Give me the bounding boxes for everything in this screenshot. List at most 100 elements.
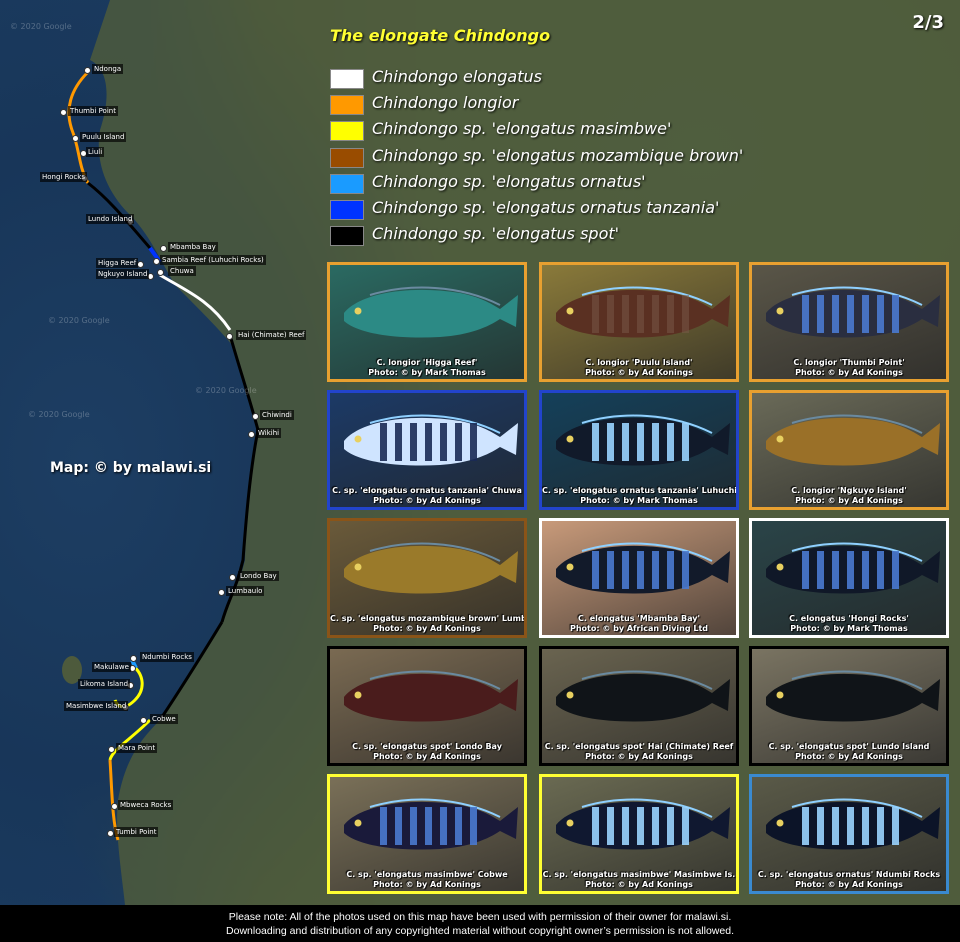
fish-stripe	[862, 295, 869, 333]
fish-stripe	[652, 423, 659, 461]
fish-stripe	[637, 423, 644, 461]
fish-eye	[776, 691, 784, 699]
fish-eye	[566, 307, 574, 315]
photo-credit: Photo: © by African Diving Ltd	[569, 624, 709, 633]
place-marker	[226, 333, 233, 340]
fish-eye	[776, 307, 784, 315]
fish-stripe	[802, 807, 809, 845]
place-marker	[140, 717, 147, 724]
place-marker	[229, 574, 236, 581]
place-marker	[111, 803, 118, 810]
photo-credit: Photo: © by Ad Konings	[585, 880, 693, 889]
fish-eye	[354, 819, 362, 827]
fish-stripe	[652, 807, 659, 845]
photo-caption: C. sp. 'elongatus ornatus tanzania' Luhu…	[542, 486, 736, 506]
legend-swatch	[330, 226, 364, 247]
fish-photo: C. sp. 'elongatus spot' Londo Bay Photo: …	[327, 646, 527, 766]
place-marker	[84, 67, 91, 74]
fish-stripe	[622, 423, 629, 461]
fish-stripe	[395, 807, 402, 845]
place-marker	[107, 830, 114, 837]
photo-species: C. elongatus 'Mbamba Bay'	[578, 614, 700, 623]
photo-credit: Photo: © by Ad Konings	[795, 368, 903, 377]
fish-stripe	[817, 551, 824, 589]
photo-credit: Photo: © by Ad Konings	[585, 368, 693, 377]
fish-stripe	[862, 551, 869, 589]
fish-eye	[776, 435, 784, 443]
place-marker	[130, 655, 137, 662]
place-label: Mbweca Rocks	[118, 800, 174, 810]
photo-species: C. longior 'Thumbi Point'	[793, 358, 905, 367]
fish-stripe	[832, 807, 839, 845]
photo-species: C. sp. 'elongatus spot' Hai (Chimate) Re…	[544, 742, 734, 751]
fish-stripe	[892, 807, 899, 845]
photo-credit: Photo: © by Mark Thomas	[790, 624, 908, 633]
map-poster: Ndonga Thumbi Point Puulu Island Liuli Hongi…	[0, 0, 960, 942]
place-label: Lumbaulo	[226, 586, 265, 596]
photo-species: C. sp. 'elongatus masimbwe' Cobwe	[346, 870, 508, 879]
fish-eye	[776, 819, 784, 827]
map-watermark: © 2020 Google	[28, 410, 90, 419]
legend-label: Chindongo longior	[372, 93, 519, 113]
fish-eye	[566, 435, 574, 443]
photo-caption: C. sp. 'elongatus spot' Lundo Island Phot…	[752, 742, 946, 762]
fish-stripe	[440, 423, 447, 461]
footer-line-1: Please note: All of the photos used on t…	[228, 911, 732, 923]
fish-stripe	[652, 295, 659, 333]
fish-photo: C. sp. 'elongatus spot' Hai (Chimate) Re…	[539, 646, 739, 766]
fish-stripe	[862, 807, 869, 845]
fish-stripe	[682, 807, 689, 845]
fish-photo: C. sp. 'elongatus mozambique brown' Lumb…	[327, 518, 527, 638]
place-label: Likoma Island	[78, 679, 131, 689]
fish-stripe	[877, 295, 884, 333]
fish-stripe	[877, 807, 884, 845]
fish-photo: C. longior 'Ngkuyo Island' Photo: © by Ad…	[749, 390, 949, 510]
place-label: Tumbi Point	[114, 827, 159, 837]
place-label: Higga Reef	[96, 258, 139, 268]
fish-body	[344, 545, 518, 594]
fish-photo: C. longior 'Thumbi Point' Photo: © by Ad …	[749, 262, 949, 382]
fish-stripe	[592, 807, 599, 845]
fish-body	[766, 673, 940, 722]
photo-credit: Photo: © by Ad Konings	[373, 880, 481, 889]
place-label: Liuli	[86, 147, 105, 157]
place-label: Chuwa	[168, 266, 196, 276]
photo-species: C. sp. 'elongatus masimbwe' Masimbwe Is.	[542, 870, 736, 879]
legend-label: Chindongo elongatus	[372, 67, 542, 86]
place-label: Masimbwe Island	[64, 701, 129, 711]
fish-stripe	[395, 423, 402, 461]
photo-caption: C. elongatus 'Hongi Rocks' Photo: © by Ma…	[752, 614, 946, 634]
fish-body	[344, 289, 518, 338]
photo-species: C. longior 'Puulu Island'	[585, 358, 693, 367]
fish-stripe	[470, 423, 477, 461]
fish-eye	[354, 691, 362, 699]
legend-label: Chindongo sp. 'elongatus spot'	[372, 224, 620, 244]
place-marker	[218, 589, 225, 596]
place-label: Chiwindi	[260, 410, 294, 420]
page-indicator: 2/3	[912, 12, 944, 33]
photo-caption: C. elongatus 'Mbamba Bay' Photo: © by Afr…	[542, 614, 736, 634]
fish-stripe	[455, 807, 462, 845]
fish-photo: C. elongatus 'Mbamba Bay' Photo: © by Afr…	[539, 518, 739, 638]
fish-photo: C. longior 'Puulu Island' Photo: © by Ad …	[539, 262, 739, 382]
fish-stripe	[667, 807, 674, 845]
legend-label: Chindongo sp. 'elongatus masimbwe'	[372, 119, 672, 139]
place-label: Ndumbi Rocks	[140, 652, 194, 662]
fish-eye	[566, 691, 574, 699]
fish-stripe	[652, 551, 659, 589]
place-marker	[60, 109, 67, 116]
fish-body	[344, 673, 518, 722]
photo-credit: Photo: © by Ad Konings	[795, 880, 903, 889]
range-longior-north	[67, 70, 90, 184]
photo-credit: Photo: © by Mark Thomas	[368, 368, 486, 377]
place-label: Wikihi	[256, 428, 282, 438]
fish-stripe	[667, 423, 674, 461]
fish-body	[766, 417, 940, 466]
photo-caption: C. longior 'Thumbi Point' Photo: © by Ad …	[752, 358, 946, 378]
place-marker	[108, 746, 115, 753]
fish-stripe	[832, 295, 839, 333]
fish-eye	[354, 435, 362, 443]
legend-label: Chindongo sp. 'elongatus ornatus tanzani…	[372, 197, 720, 217]
place-marker	[157, 269, 164, 276]
photo-credit: Photo: © by Ad Konings	[585, 752, 693, 761]
